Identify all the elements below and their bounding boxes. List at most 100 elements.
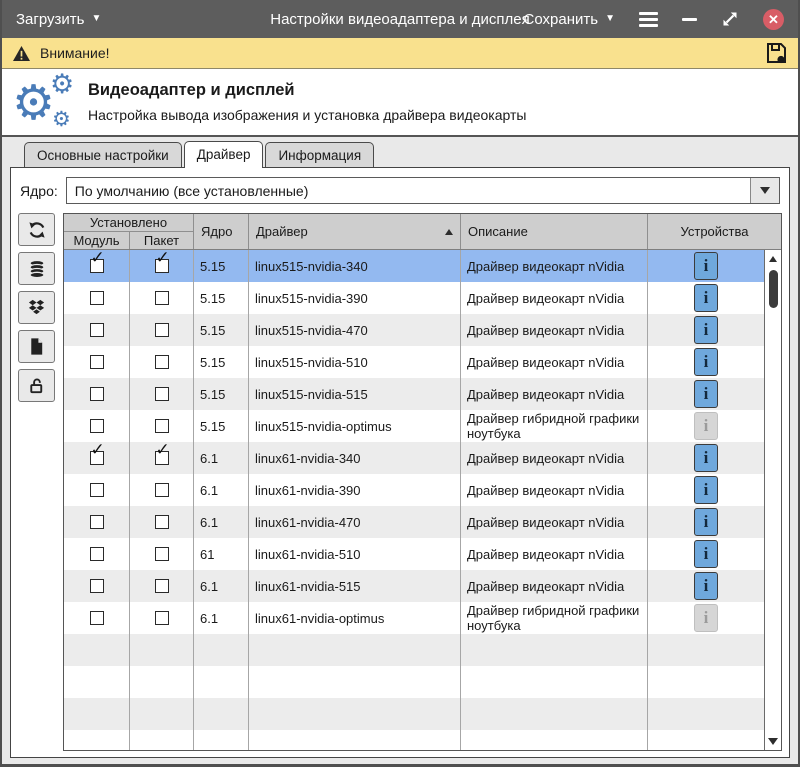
- module-checkbox[interactable]: ✓: [64, 250, 130, 282]
- driver-cell: linux61-nvidia-515: [249, 570, 461, 602]
- package-checkbox[interactable]: [130, 314, 194, 346]
- table-row[interactable]: 5.15linux515-nvidia-optimusДрайвер гибри…: [64, 410, 764, 442]
- warning-icon: [12, 45, 31, 62]
- tab-information[interactable]: Информация: [265, 142, 374, 167]
- toolbar-dropbox-button[interactable]: [18, 291, 55, 324]
- device-info-button[interactable]: i: [694, 348, 718, 376]
- device-info-button[interactable]: i: [694, 380, 718, 408]
- save-icon: [764, 41, 788, 65]
- table-row[interactable]: 5.15linux515-nvidia-515Драйвер видеокарт…: [64, 378, 764, 410]
- kernel-select[interactable]: По умолчанию (все установленные): [66, 177, 780, 204]
- empty-cell: [249, 666, 461, 698]
- device-info-button[interactable]: i: [694, 316, 718, 344]
- package-checkbox[interactable]: ✓: [130, 442, 194, 474]
- driver-cell: linux61-nvidia-optimus: [249, 602, 461, 634]
- package-checkbox[interactable]: [130, 506, 194, 538]
- devices-cell: i: [648, 314, 764, 346]
- scroll-down-icon: [768, 738, 778, 745]
- package-checkbox[interactable]: [130, 282, 194, 314]
- module-checkbox[interactable]: [64, 538, 130, 570]
- module-checkbox[interactable]: [64, 282, 130, 314]
- toolbar-lock-button[interactable]: [18, 369, 55, 402]
- module-checkbox[interactable]: [64, 570, 130, 602]
- package-checkbox[interactable]: [130, 602, 194, 634]
- device-info-button[interactable]: i: [694, 476, 718, 504]
- table-row[interactable]: 6.1linux61-nvidia-470Драйвер видеокарт n…: [64, 506, 764, 538]
- table-row[interactable]: ✓✓6.1linux61-nvidia-340Драйвер видеокарт…: [64, 442, 764, 474]
- kernel-label: Ядро:: [20, 183, 58, 199]
- column-header-kernel[interactable]: Ядро: [194, 214, 249, 249]
- scrollbar-down-button[interactable]: [768, 735, 778, 747]
- device-info-button[interactable]: i: [694, 444, 718, 472]
- toolbar-refresh-button[interactable]: [18, 213, 55, 246]
- package-checkbox[interactable]: ✓: [130, 250, 194, 282]
- toolbar-document-button[interactable]: [18, 330, 55, 363]
- module-checkbox[interactable]: ✓: [64, 442, 130, 474]
- devices-cell: i: [648, 250, 764, 282]
- device-info-button[interactable]: i: [694, 572, 718, 600]
- device-info-button[interactable]: i: [694, 252, 718, 280]
- column-header-module[interactable]: Модуль: [64, 232, 130, 249]
- table-row[interactable]: 6.1linux61-nvidia-390Драйвер видеокарт n…: [64, 474, 764, 506]
- module-checkbox[interactable]: [64, 314, 130, 346]
- table-row[interactable]: 5.15linux515-nvidia-390Драйвер видеокарт…: [64, 282, 764, 314]
- scroll-up-icon: [769, 256, 777, 262]
- kernel-cell: 5.15: [194, 250, 249, 282]
- device-info-button[interactable]: i: [694, 284, 718, 312]
- vertical-scrollbar[interactable]: [764, 250, 781, 750]
- chevron-down-icon: [760, 187, 770, 194]
- combo-dropdown-button[interactable]: [750, 178, 779, 203]
- devices-cell: i: [648, 602, 764, 634]
- module-checkbox[interactable]: [64, 506, 130, 538]
- device-info-button[interactable]: i: [694, 540, 718, 568]
- table-row[interactable]: 61linux61-nvidia-510Драйвер видеокарт nV…: [64, 538, 764, 570]
- column-header-description[interactable]: Описание: [461, 214, 648, 249]
- kernel-cell: 5.15: [194, 378, 249, 410]
- description-cell: Драйвер видеокарт nVidia: [461, 314, 648, 346]
- table-row[interactable]: 5.15linux515-nvidia-510Драйвер видеокарт…: [64, 346, 764, 378]
- save-menu-button[interactable]: Сохранить ▼: [524, 11, 615, 28]
- tab-driver[interactable]: Драйвер: [184, 141, 264, 168]
- empty-cell: [461, 666, 648, 698]
- module-checkbox[interactable]: [64, 346, 130, 378]
- kernel-cell: 6.1: [194, 602, 249, 634]
- table-row[interactable]: ✓✓5.15linux515-nvidia-340Драйвер видеока…: [64, 250, 764, 282]
- package-checkbox[interactable]: [130, 378, 194, 410]
- load-menu-button[interactable]: Загрузить ▼: [16, 11, 101, 28]
- close-button[interactable]: ✕: [763, 9, 784, 30]
- package-checkbox[interactable]: [130, 538, 194, 570]
- table-row[interactable]: 5.15linux515-nvidia-470Драйвер видеокарт…: [64, 314, 764, 346]
- module-checkbox[interactable]: [64, 378, 130, 410]
- scrollbar-thumb[interactable]: [769, 270, 778, 308]
- device-info-button[interactable]: i: [694, 508, 718, 536]
- empty-cell: [130, 698, 194, 730]
- refresh-icon: [27, 220, 47, 240]
- description-cell: Драйвер видеокарт nVidia: [461, 282, 648, 314]
- driver-cell: linux61-nvidia-510: [249, 538, 461, 570]
- column-header-devices[interactable]: Устройства: [648, 214, 781, 249]
- toolbar-database-button[interactable]: [18, 252, 55, 285]
- module-checkbox[interactable]: [64, 602, 130, 634]
- empty-cell: [461, 634, 648, 666]
- maximize-button[interactable]: [721, 10, 739, 28]
- package-checkbox[interactable]: [130, 570, 194, 602]
- minimize-button[interactable]: [682, 18, 697, 21]
- driver-cell: linux61-nvidia-470: [249, 506, 461, 538]
- column-header-driver[interactable]: Драйвер: [249, 214, 461, 249]
- menu-button[interactable]: [639, 12, 658, 27]
- package-checkbox[interactable]: [130, 474, 194, 506]
- apply-save-button[interactable]: [764, 41, 788, 65]
- module-checkbox[interactable]: [64, 474, 130, 506]
- column-header-package[interactable]: Пакет: [130, 232, 193, 249]
- package-checkbox[interactable]: [130, 410, 194, 442]
- empty-cell: [461, 730, 648, 750]
- scrollbar-up-button[interactable]: [769, 253, 777, 265]
- table-row-empty: [64, 634, 764, 666]
- devices-cell: i: [648, 442, 764, 474]
- module-checkbox[interactable]: [64, 410, 130, 442]
- tab-main-settings[interactable]: Основные настройки: [24, 142, 182, 167]
- table-row[interactable]: 6.1linux61-nvidia-optimusДрайвер гибридн…: [64, 602, 764, 634]
- column-header-installed[interactable]: Установлено: [64, 214, 193, 232]
- package-checkbox[interactable]: [130, 346, 194, 378]
- table-row[interactable]: 6.1linux61-nvidia-515Драйвер видеокарт n…: [64, 570, 764, 602]
